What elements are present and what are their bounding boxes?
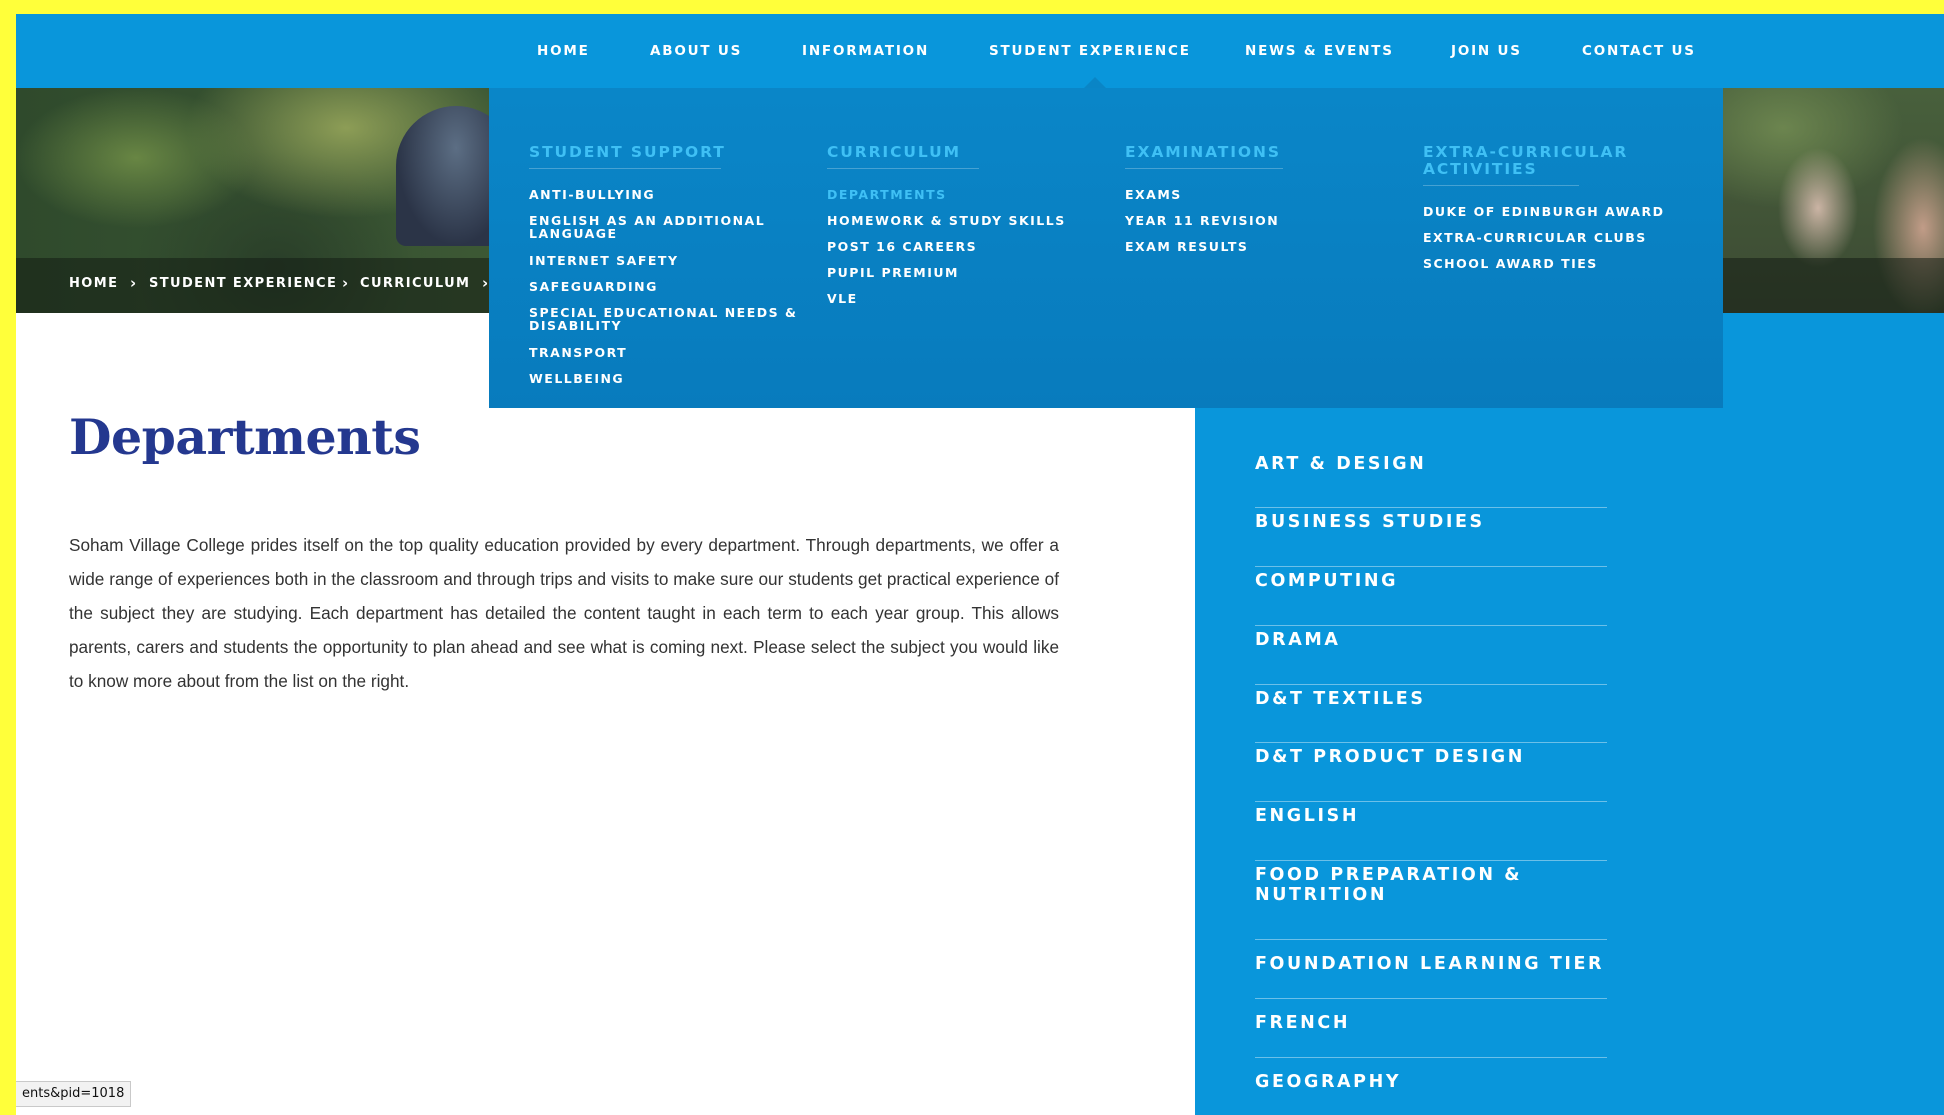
menu-link-homework-study-skills[interactable]: HOMEWORK & STUDY SKILLS <box>827 214 1066 227</box>
menu-link-post-16-careers[interactable]: POST 16 CAREERS <box>827 240 977 253</box>
sidebar-item-label: FRENCH <box>1255 1013 1351 1033</box>
menu-heading-divider <box>1125 168 1283 169</box>
sidebar-item-label: ENGLISH <box>1255 806 1360 826</box>
sidebar-item-computing[interactable]: COMPUTING <box>1255 571 1607 626</box>
menu-heading-curriculum[interactable]: CURRICULUM <box>827 144 961 161</box>
sidebar-item-label: COMPUTING <box>1255 571 1399 591</box>
menu-heading-extra-curricular-line-1[interactable]: EXTRA-CURRICULAR <box>1423 144 1628 161</box>
sidebar-item-english[interactable]: ENGLISH <box>1255 806 1607 861</box>
sidebar-item-label: ART & DESIGN <box>1255 454 1427 474</box>
menu-link-transport[interactable]: TRANSPORT <box>529 346 627 359</box>
page-title: Departments <box>69 408 421 466</box>
menu-heading-divider <box>1423 185 1579 186</box>
menu-link-wellbeing[interactable]: WELLBEING <box>529 372 624 385</box>
menu-link-anti-bullying[interactable]: ANTI-BULLYING <box>529 188 655 201</box>
menu-link-eal-line-2[interactable]: LANGUAGE <box>529 227 618 240</box>
menu-link-pupil-premium[interactable]: PUPIL PREMIUM <box>827 266 959 279</box>
menu-heading-divider <box>529 168 721 169</box>
menu-heading-examinations[interactable]: EXAMINATIONS <box>1125 144 1281 161</box>
nav-active-caret-icon <box>1084 77 1106 88</box>
mega-menu-dropdown: STUDENT SUPPORT ANTI-BULLYING ENGLISH AS… <box>489 88 1723 408</box>
menu-heading-extra-curricular-line-2[interactable]: ACTIVITIES <box>1423 161 1538 178</box>
nav-contact-us[interactable]: CONTACT US <box>1582 43 1696 59</box>
sidebar-item-foundation-learning-tier[interactable]: FOUNDATION LEARNING TIER <box>1255 954 1607 999</box>
sidebar-item-label: D&T TEXTILES <box>1255 689 1426 709</box>
breadcrumb-curriculum[interactable]: CURRICULUM <box>360 276 470 291</box>
sidebar-item-food-preparation-nutrition[interactable]: FOOD PREPARATION & NUTRITION <box>1255 865 1607 940</box>
menu-link-departments[interactable]: DEPARTMENTS <box>827 188 947 201</box>
menu-link-internet-safety[interactable]: INTERNET SAFETY <box>529 254 679 267</box>
menu-link-exam-results[interactable]: EXAM RESULTS <box>1125 240 1248 253</box>
nav-about-us[interactable]: ABOUT US <box>650 43 742 59</box>
breadcrumb-chevron-icon: › <box>130 274 137 292</box>
menu-link-safeguarding[interactable]: SAFEGUARDING <box>529 280 658 293</box>
sidebar-item-label: D&T PRODUCT DESIGN <box>1255 747 1526 767</box>
sidebar-item-art-design[interactable]: ART & DESIGN <box>1255 454 1607 508</box>
sidebar-item-drama[interactable]: DRAMA <box>1255 630 1607 685</box>
sidebar-item-label-line-2: NUTRITION <box>1255 885 1388 905</box>
sidebar-item-label: FOUNDATION LEARNING TIER <box>1255 954 1605 974</box>
browser-viewport: HOME › STUDENT EXPERIENCE › CURRICULUM ›… <box>16 14 1944 1115</box>
menu-link-school-award-ties[interactable]: SCHOOL AWARD TIES <box>1423 257 1598 270</box>
sidebar-item-label-line-1: FOOD PREPARATION & <box>1255 865 1523 885</box>
breadcrumb-student-experience[interactable]: STUDENT EXPERIENCE <box>149 276 337 291</box>
menu-link-year-11-revision[interactable]: YEAR 11 REVISION <box>1125 214 1279 227</box>
menu-link-extra-curricular-clubs[interactable]: EXTRA-CURRICULAR CLUBS <box>1423 231 1647 244</box>
sidebar-item-label: GEOGRAPHY <box>1255 1072 1402 1092</box>
main-navigation: HOME ABOUT US INFORMATION STUDENT EXPERI… <box>16 14 1944 88</box>
menu-heading-divider <box>827 168 979 169</box>
status-bar-url: ents&pid=1018 <box>16 1081 132 1107</box>
sidebar-item-dt-product-design[interactable]: D&T PRODUCT DESIGN <box>1255 747 1607 802</box>
sidebar-item-business-studies[interactable]: BUSINESS STUDIES <box>1255 512 1607 567</box>
sidebar-item-label: BUSINESS STUDIES <box>1255 512 1485 532</box>
breadcrumb-chevron-icon: › <box>482 274 489 292</box>
breadcrumb-home[interactable]: HOME <box>69 276 118 291</box>
menu-link-duke-of-edinburgh[interactable]: DUKE OF EDINBURGH AWARD <box>1423 205 1665 218</box>
sidebar-item-french[interactable]: FRENCH <box>1255 1013 1607 1058</box>
menu-heading-student-support[interactable]: STUDENT SUPPORT <box>529 144 726 161</box>
sidebar-item-dt-textiles[interactable]: D&T TEXTILES <box>1255 689 1607 743</box>
nav-home[interactable]: HOME <box>537 43 590 59</box>
sidebar-item-geography[interactable]: GEOGRAPHY <box>1255 1072 1607 1115</box>
menu-link-exams[interactable]: EXAMS <box>1125 188 1182 201</box>
nav-news-events[interactable]: NEWS & EVENTS <box>1245 43 1394 59</box>
menu-link-vle[interactable]: VLE <box>827 292 858 305</box>
breadcrumb-chevron-icon: › <box>342 274 349 292</box>
nav-join-us[interactable]: JOIN US <box>1451 43 1522 59</box>
intro-paragraph: Soham Village College prides itself on t… <box>69 535 1059 691</box>
nav-student-experience[interactable]: STUDENT EXPERIENCE <box>989 43 1191 59</box>
menu-link-send-line-2[interactable]: DISABILITY <box>529 319 622 332</box>
sidebar-item-label: DRAMA <box>1255 630 1341 650</box>
sidebar-background <box>1723 313 1944 408</box>
nav-information[interactable]: INFORMATION <box>802 43 929 59</box>
